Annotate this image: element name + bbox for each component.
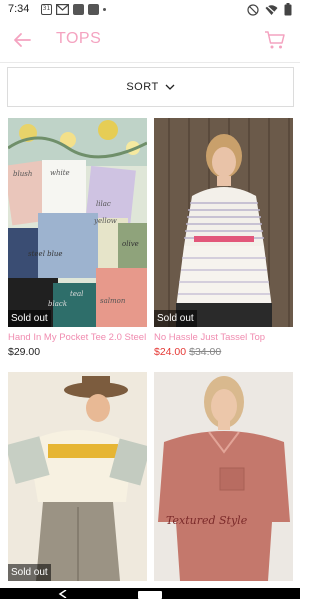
product-image[interactable]: blush white lilac yellow steel blue blac…: [8, 118, 147, 327]
image-label: teal: [70, 290, 83, 298]
app-icon: [88, 4, 99, 15]
status-bar: 7:34 31: [0, 0, 300, 20]
original-price: $34.00: [189, 346, 222, 358]
product-card[interactable]: Sold out: [8, 372, 147, 581]
image-label: yellow: [93, 217, 117, 225]
image-label: steel blue: [28, 250, 63, 258]
system-nav-bar: [0, 588, 300, 599]
arrow-left-icon[interactable]: [12, 30, 32, 50]
chevron-down-icon: [165, 84, 175, 90]
status-left-icons: 31: [41, 4, 106, 15]
app-icon: [73, 4, 84, 15]
product-card[interactable]: Textured Style: [154, 372, 293, 581]
sold-out-badge: Sold out: [8, 564, 51, 581]
sold-out-badge: Sold out: [154, 310, 197, 327]
image-label: salmon: [100, 297, 126, 305]
product-price: $29.00: [8, 346, 41, 358]
status-time: 7:34: [8, 3, 30, 15]
gmail-icon: [56, 4, 69, 15]
nav-home-button[interactable]: [138, 591, 162, 599]
sort-label: SORT: [126, 81, 159, 93]
product-photo: Textured Style: [154, 372, 293, 581]
nav-back-icon[interactable]: [58, 590, 68, 598]
page-title: TOPS: [56, 30, 102, 47]
image-label: white: [50, 169, 70, 177]
product-image[interactable]: Textured Style: [154, 372, 293, 581]
app-bar-divider: [0, 62, 300, 63]
product-grid: blush white lilac yellow steel blue blac…: [8, 118, 294, 588]
app-bar: TOPS: [0, 20, 300, 62]
product-photo: [8, 372, 147, 581]
dnd-icon: [247, 3, 259, 16]
dot-icon: [103, 8, 106, 11]
product-photo: [154, 118, 293, 327]
product-card[interactable]: blush white lilac yellow steel blue blac…: [8, 118, 147, 358]
product-price: $24.00 $34.00: [154, 346, 293, 358]
image-label: black: [48, 300, 67, 308]
wifi-icon: [265, 4, 278, 15]
sort-button[interactable]: SORT: [7, 67, 294, 107]
product-name[interactable]: No Hassle Just Tassel Top: [154, 332, 293, 343]
product-image[interactable]: Sold out: [154, 118, 293, 327]
image-overlay-text: Textured Style: [166, 514, 248, 527]
sale-price: $24.00: [154, 346, 187, 358]
battery-icon: [284, 3, 292, 16]
sold-out-badge: Sold out: [8, 310, 51, 327]
product-card[interactable]: Sold out No Hassle Just Tassel Top $24.0…: [154, 118, 293, 358]
status-right-icons: [247, 3, 292, 16]
product-photo: blush white lilac yellow steel blue blac…: [8, 118, 147, 327]
calendar-icon: 31: [41, 4, 52, 15]
image-label: blush: [13, 170, 32, 178]
product-name[interactable]: Hand In My Pocket Tee 2.0 Steel Blue: [8, 332, 147, 343]
product-image[interactable]: Sold out: [8, 372, 147, 581]
image-label: olive: [122, 240, 139, 248]
image-label: lilac: [96, 200, 111, 208]
cart-icon[interactable]: [264, 29, 286, 51]
